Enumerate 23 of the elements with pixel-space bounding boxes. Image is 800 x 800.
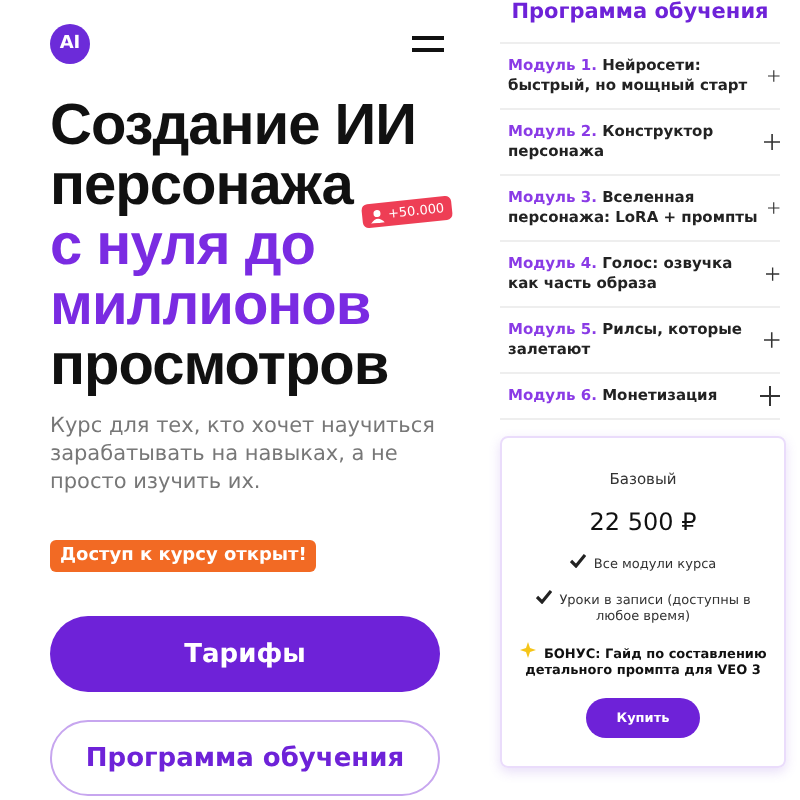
- menu-icon[interactable]: [412, 35, 444, 53]
- plus-icon[interactable]: [763, 132, 780, 152]
- check-icon: [569, 554, 586, 568]
- section-title: Программа обучения: [509, 0, 771, 26]
- headline-line: просмотров: [50, 336, 389, 396]
- sparkle-icon: [519, 642, 536, 658]
- headline-line: с нуля до: [50, 216, 315, 276]
- access-tag: Доступ к курсу открыт!: [50, 540, 317, 572]
- headline-line: Создание ИИ: [50, 96, 416, 156]
- tariffs-button[interactable]: Тарифы: [50, 616, 440, 692]
- headline-line: миллионов: [50, 276, 371, 336]
- logo[interactable]: AI: [50, 24, 90, 64]
- subtitle: Курс для тех, кто хочет научиться зарабатывать на навыках, а не просто изучить их.: [50, 412, 437, 496]
- plus-icon[interactable]: [768, 198, 780, 218]
- plus-icon[interactable]: [764, 330, 780, 350]
- plus-icon[interactable]: [760, 386, 780, 406]
- headline-line: персонажа: [50, 156, 353, 216]
- plus-icon[interactable]: [766, 264, 780, 284]
- program-button[interactable]: Программа обучения: [50, 720, 440, 796]
- plus-icon[interactable]: [768, 66, 780, 86]
- plan-price: 22 500 ₽: [589, 508, 697, 536]
- check-icon: [535, 590, 552, 604]
- person-icon: [369, 207, 385, 223]
